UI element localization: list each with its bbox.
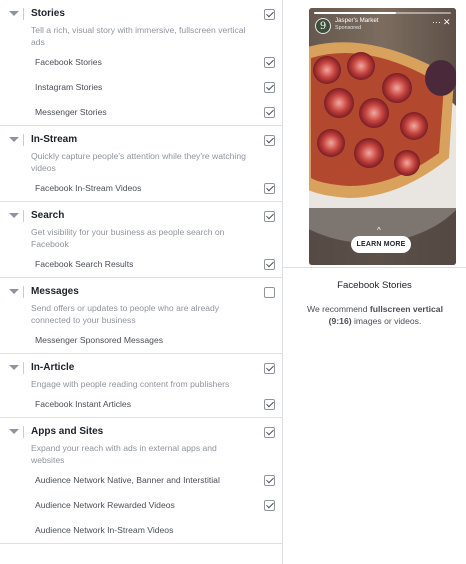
placement-item[interactable]: Facebook Instant Articles (0, 392, 282, 417)
section-description: Quickly capture people's attention while… (31, 151, 246, 173)
section-checkbox[interactable] (264, 211, 275, 222)
brand-avatar: 9 (315, 18, 331, 34)
placement-label: Facebook Search Results (35, 259, 134, 269)
section-checkbox[interactable] (264, 135, 275, 146)
divider (23, 8, 24, 20)
section-title: Messages (31, 286, 79, 297)
brand-name: Jasper's Market (335, 17, 379, 24)
section-description: Get visibility for your business as peop… (31, 227, 225, 249)
story-progress-bar (314, 12, 451, 14)
placement-item[interactable]: Audience Network Rewarded Videos (0, 493, 282, 518)
section-description: Expand your reach with ads in external a… (31, 443, 217, 465)
tart-image (309, 8, 456, 265)
section-header[interactable]: Messages (0, 278, 282, 304)
section-header[interactable]: In-Stream (0, 126, 282, 152)
placement-checkbox[interactable] (264, 259, 275, 270)
placement-item[interactable]: Audience Network In-Stream Videos (0, 518, 282, 543)
placement-checkbox[interactable] (264, 500, 275, 511)
placement-section-search: Search Get visibility for your business a… (0, 202, 282, 278)
caret-down-icon[interactable] (9, 365, 19, 370)
placements-list: Stories Tell a rich, visual story with im… (0, 0, 283, 564)
section-checkbox[interactable] (264, 287, 275, 298)
section-title: In-Article (31, 362, 75, 373)
section-title: In-Stream (31, 134, 78, 145)
ellipsis-icon[interactable]: ⋯ (432, 17, 441, 27)
section-checkbox[interactable] (264, 363, 275, 374)
chevron-up-icon: ^ (377, 226, 381, 235)
placement-label: Audience Network In-Stream Videos (35, 525, 174, 535)
placement-item[interactable]: Facebook Stories (0, 50, 282, 75)
placement-checkbox[interactable] (264, 57, 275, 68)
section-checkbox[interactable] (264, 9, 275, 20)
note-prefix: We recommend (307, 304, 370, 314)
placement-checkbox[interactable] (264, 475, 275, 486)
placement-label: Audience Network Rewarded Videos (35, 500, 175, 510)
section-title: Apps and Sites (31, 426, 104, 437)
placement-section-in-stream: In-Stream Quickly capture people's attent… (0, 126, 282, 202)
placement-label: Audience Network Native, Banner and Inte… (35, 475, 220, 485)
placement-item[interactable]: Facebook Search Results (0, 252, 282, 277)
caret-down-icon[interactable] (9, 429, 19, 434)
note-suffix: images or videos. (351, 316, 422, 326)
divider (283, 267, 466, 268)
placement-label: Facebook Stories (35, 57, 102, 67)
divider (23, 286, 24, 298)
placement-checkbox[interactable] (264, 399, 275, 410)
placement-label: Messenger Sponsored Messages (35, 335, 164, 345)
preview-title: Facebook Stories (337, 280, 412, 291)
placement-section-in-article: In-Article Engage with people reading con… (0, 354, 282, 418)
preview-note: We recommend fullscreen vertical (9:16) … (300, 303, 450, 327)
placement-label: Facebook Instant Articles (35, 399, 132, 409)
sponsored-label: Sponsored (335, 25, 362, 31)
placement-label: Messenger Stories (35, 107, 107, 117)
learn-more-button[interactable]: LEARN MORE (351, 236, 411, 253)
placement-section-messages: Messages Send offers or updates to people… (0, 278, 282, 354)
section-header[interactable]: Apps and Sites (0, 418, 282, 444)
section-checkbox[interactable] (264, 427, 275, 438)
caret-down-icon[interactable] (9, 213, 19, 218)
placement-item[interactable]: Messenger Sponsored Messages (0, 328, 282, 353)
placement-checkbox[interactable] (264, 107, 275, 118)
placement-label: Facebook In-Stream Videos (35, 183, 142, 193)
section-description: Tell a rich, visual story with immersive… (31, 25, 246, 47)
placement-checkbox[interactable] (264, 82, 275, 93)
close-icon[interactable]: ✕ (443, 17, 451, 27)
placement-item[interactable]: Facebook In-Stream Videos (0, 176, 282, 201)
divider (23, 134, 24, 146)
divider (23, 210, 24, 222)
section-header[interactable]: Search (0, 202, 282, 228)
caret-down-icon[interactable] (9, 137, 19, 142)
section-header[interactable]: In-Article (0, 354, 282, 380)
divider (23, 362, 24, 374)
placement-section-apps-and-sites: Apps and Sites Expand your reach with ads… (0, 418, 282, 544)
divider (23, 426, 24, 438)
placement-item[interactable]: Instagram Stories (0, 75, 282, 100)
story-preview: 9 Jasper's Market Sponsored ⋯ ✕ ^ LEARN … (309, 8, 456, 265)
caret-down-icon[interactable] (9, 289, 19, 294)
placement-item[interactable]: Messenger Stories (0, 100, 282, 125)
caret-down-icon[interactable] (9, 11, 19, 16)
placement-label: Instagram Stories (35, 82, 103, 92)
section-header[interactable]: Stories (0, 0, 282, 26)
section-description: Send offers or updates to people who are… (31, 303, 220, 325)
placement-item[interactable]: Audience Network Native, Banner and Inte… (0, 468, 282, 493)
placement-checkbox[interactable] (264, 183, 275, 194)
section-title: Search (31, 210, 65, 221)
section-title: Stories (31, 8, 65, 19)
placement-section-stories: Stories Tell a rich, visual story with im… (0, 0, 282, 126)
